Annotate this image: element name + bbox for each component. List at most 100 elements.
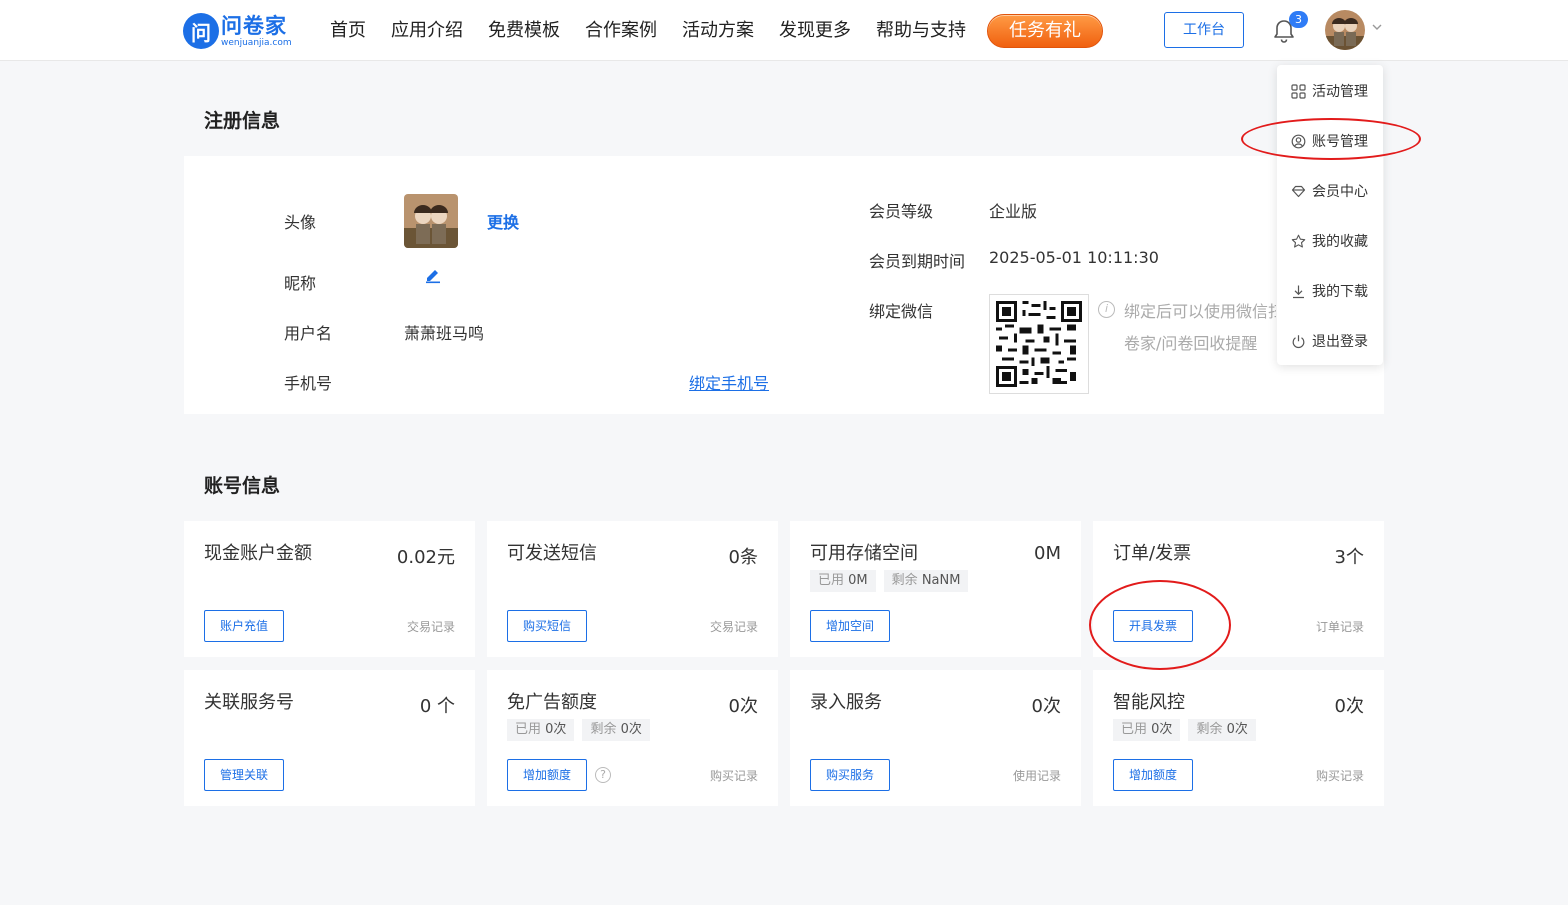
- bind-phone-link[interactable]: 绑定手机号: [689, 370, 769, 394]
- expire-time-label: 会员到期时间: [869, 252, 966, 271]
- phone-label: 手机号: [284, 374, 333, 393]
- task-reward-button[interactable]: 任务有礼: [987, 14, 1103, 48]
- remaining-chip: 剩余 0次: [582, 719, 650, 741]
- card-value: 3个: [1334, 547, 1364, 568]
- menu-item-label: 我的下载: [1312, 284, 1368, 300]
- registration-panel: [184, 156, 1384, 414]
- card-title: 现金账户金额: [204, 543, 312, 564]
- buy-service-button[interactable]: 购买服务: [810, 759, 890, 791]
- menu-item-favorites[interactable]: 我的收藏: [1291, 231, 1368, 251]
- menu-item-activity-management[interactable]: 活动管理: [1291, 81, 1368, 101]
- menu-item-member-center[interactable]: 会员中心: [1291, 181, 1368, 201]
- remaining-chip: 剩余 NaNM: [883, 570, 969, 592]
- change-avatar-link[interactable]: 更换: [487, 209, 519, 233]
- card-value: 0次: [1334, 696, 1364, 717]
- usage-chips: 已用 0次 剩余 0次: [1113, 719, 1264, 741]
- expire-time-value: 2025-05-01 10:11:30: [989, 248, 1159, 267]
- card-cash-balance: 现金账户金额 0.02元 账户充值 交易记录: [184, 521, 475, 657]
- username-label: 用户名: [284, 324, 333, 343]
- purchase-record-link[interactable]: 购买记录: [1316, 767, 1364, 784]
- card-orders-invoice: 订单/发票 3个 开具发票 订单记录: [1093, 521, 1384, 657]
- card-value: 0 个: [419, 696, 455, 717]
- power-icon: [1292, 334, 1305, 348]
- add-quota-button[interactable]: 增加额度: [1113, 759, 1193, 791]
- card-value: 0条: [728, 547, 758, 568]
- card-risk-control: 智能风控 0次 已用 0次 剩余 0次 增加额度 购买记录: [1093, 670, 1384, 806]
- buy-sms-button[interactable]: 购买短信: [507, 610, 587, 642]
- menu-item-logout[interactable]: 退出登录: [1291, 331, 1368, 351]
- member-level-value: 企业版: [989, 202, 1038, 221]
- main-nav: 首页 应用介绍 免费模板 合作案例 活动方案 发现更多 帮助与支持: [330, 18, 991, 44]
- menu-item-label: 我的收藏: [1312, 234, 1368, 250]
- wechat-hint-line1: 绑定后可以使用微信扫: [1124, 302, 1276, 321]
- recharge-button[interactable]: 账户充值: [204, 610, 284, 642]
- nav-item-activities[interactable]: 活动方案: [682, 18, 754, 44]
- profile-avatar: [404, 194, 458, 248]
- logo-text: 问卷家: [221, 14, 287, 38]
- username-value: 萧萧班马鸣: [404, 324, 485, 343]
- menu-item-account-management[interactable]: 账号管理: [1291, 131, 1368, 151]
- card-title: 录入服务: [810, 692, 882, 713]
- notification-badge: 3: [1289, 11, 1308, 28]
- card-sms: 可发送短信 0条 购买短信 交易记录: [487, 521, 778, 657]
- site-logo[interactable]: 问 问卷家 wenjuanjia.com: [183, 13, 303, 51]
- order-record-link[interactable]: 订单记录: [1316, 618, 1364, 635]
- logo-domain: wenjuanjia.com: [221, 38, 292, 48]
- nickname-label: 昵称: [284, 274, 317, 293]
- user-circle-icon: [1291, 134, 1306, 148]
- menu-item-label: 活动管理: [1312, 84, 1368, 100]
- nav-item-templates[interactable]: 免费模板: [488, 18, 560, 44]
- transaction-record-link[interactable]: 交易记录: [407, 618, 455, 635]
- nav-item-apps[interactable]: 应用介绍: [391, 18, 463, 44]
- chevron-down-icon[interactable]: [1371, 22, 1383, 32]
- nav-item-cases[interactable]: 合作案例: [585, 18, 657, 44]
- menu-item-label: 退出登录: [1312, 334, 1368, 350]
- grid-icon: [1291, 83, 1306, 99]
- menu-item-label: 会员中心: [1312, 184, 1368, 200]
- card-title: 可发送短信: [507, 543, 597, 564]
- add-quota-button[interactable]: 增加额度: [507, 759, 587, 791]
- member-level-label: 会员等级: [869, 202, 934, 221]
- wechat-qr-code: [989, 294, 1089, 394]
- menu-item-downloads[interactable]: 我的下载: [1291, 281, 1368, 301]
- card-value: 0次: [728, 696, 758, 717]
- avatar-label: 头像: [284, 213, 317, 232]
- card-title: 智能风控: [1113, 692, 1185, 713]
- card-title: 免广告额度: [507, 692, 597, 713]
- workbench-button[interactable]: 工作台: [1164, 12, 1244, 48]
- transaction-record-link[interactable]: 交易记录: [710, 618, 758, 635]
- user-dropdown-menu: 活动管理 账号管理 会员中心 我的收藏 我的下载 退出登录: [1277, 65, 1383, 365]
- diamond-icon: [1291, 185, 1306, 197]
- card-title: 可用存储空间: [810, 543, 918, 564]
- purchase-record-link[interactable]: 购买记录: [710, 767, 758, 784]
- nav-item-help[interactable]: 帮助与支持: [876, 18, 966, 44]
- issue-invoice-button[interactable]: 开具发票: [1113, 610, 1193, 642]
- remaining-chip: 剩余 0次: [1188, 719, 1256, 741]
- card-entry-service: 录入服务 0次 购买服务 使用记录: [790, 670, 1081, 806]
- edit-pencil-icon[interactable]: [424, 266, 442, 284]
- card-value: 0M: [1034, 543, 1061, 564]
- help-icon[interactable]: ?: [595, 767, 611, 783]
- card-value: 0.02元: [396, 547, 455, 568]
- user-avatar[interactable]: [1325, 10, 1365, 50]
- usage-record-link[interactable]: 使用记录: [1013, 767, 1061, 784]
- top-header: 问 问卷家 wenjuanjia.com 首页 应用介绍 免费模板 合作案例 活…: [0, 0, 1568, 61]
- usage-chips: 已用 0M 剩余 NaNM: [810, 570, 976, 592]
- nav-item-home[interactable]: 首页: [330, 18, 366, 44]
- usage-chips: 已用 0次 剩余 0次: [507, 719, 658, 741]
- used-chip: 已用 0M: [810, 570, 876, 592]
- used-chip: 已用 0次: [1113, 719, 1181, 741]
- nav-item-discover[interactable]: 发现更多: [779, 18, 851, 44]
- card-ad-free: 免广告额度 0次 已用 0次 剩余 0次 增加额度 ? 购买记录: [487, 670, 778, 806]
- registration-section-title: 注册信息: [204, 110, 281, 132]
- card-linked-service: 关联服务号 0 个 管理关联: [184, 670, 475, 806]
- logo-mark: 问: [183, 13, 219, 49]
- info-icon: i: [1098, 301, 1115, 318]
- wechat-hint-line2: 卷家/问卷回收提醒: [1124, 334, 1258, 353]
- add-storage-button[interactable]: 增加空间: [810, 610, 890, 642]
- star-icon: [1291, 234, 1306, 248]
- manage-link-button[interactable]: 管理关联: [204, 759, 284, 791]
- card-storage: 可用存储空间 0M 已用 0M 剩余 NaNM 增加空间: [790, 521, 1081, 657]
- menu-item-label: 账号管理: [1312, 134, 1368, 150]
- card-title: 订单/发票: [1113, 543, 1192, 564]
